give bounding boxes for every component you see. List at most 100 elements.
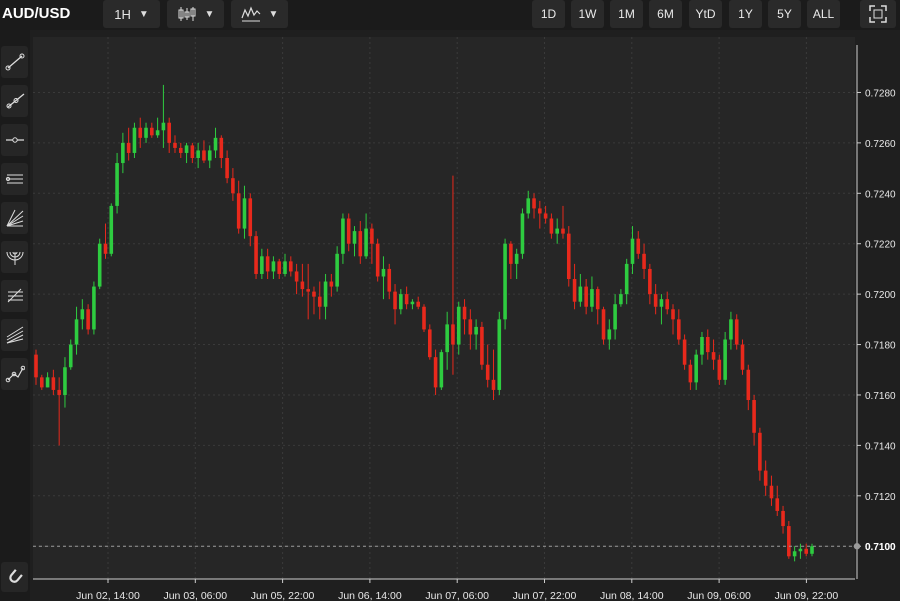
candle-body [538,208,542,214]
x-tick-label: Jun 09, 22:00 [775,590,839,601]
candle-body [549,218,554,234]
candle-body [306,289,310,292]
candle-body [51,377,56,390]
y-tick-label: 0.7220 [865,240,896,251]
candle-body [798,548,803,552]
candle-body [734,319,739,345]
x-tick-label: Jun 09, 06:00 [687,590,751,601]
candle-body [225,158,229,179]
candle-body [317,296,322,307]
candle-body [630,238,635,264]
candle-body [503,243,507,320]
candle-body [682,339,687,365]
candle-body [294,271,299,282]
y-tick-label: 0.7180 [865,341,896,352]
x-tick-label: Jun 05, 22:00 [251,590,315,601]
candle-body [491,379,496,390]
candle-body [335,253,339,287]
candle-body [370,228,374,244]
candle-body [705,336,710,353]
candle-body [393,291,397,310]
candle-body [717,359,722,380]
candle-body [155,130,160,136]
candle-body [729,319,733,340]
candle-body [260,256,264,274]
candle-body [57,389,61,395]
candle-body [740,344,745,370]
candle-body [665,299,670,310]
candle-body [213,137,218,151]
candle-body [456,306,461,345]
candle-body [775,498,780,511]
candle-body [555,228,559,234]
candle-body [74,319,79,345]
candle-body [445,324,449,353]
candle-body [63,367,67,395]
candle-body [648,268,652,295]
candle-body [810,546,814,554]
candle-body [711,352,716,360]
candle-body [404,294,409,305]
candle-body [173,142,177,148]
candle-body [723,339,727,380]
candle-body [277,261,282,274]
candle-body [671,309,675,320]
candle-body [329,281,334,287]
candle-body [416,301,421,307]
candle-body [387,268,392,292]
candle-body [607,329,612,340]
price-chart[interactable]: 0.7280 0.7260 0.7240 0.7220 0.7200 0.7180 0.71… [0,0,900,601]
candle-body [312,291,316,297]
candle-body [433,357,438,388]
candle-body [399,294,403,310]
candle-body [804,548,809,554]
candle-body [746,369,751,401]
candle-body [509,243,513,264]
candle-body [86,309,90,330]
candle-body [526,198,531,214]
candle-body [271,261,276,272]
candle-body [109,205,114,254]
candle-body [653,294,658,307]
candle-body [115,163,119,206]
candle-body [323,281,328,307]
candle-body [468,319,473,335]
candle-body [462,306,467,320]
candle-body [787,526,791,557]
candle-body [242,198,247,229]
candle-body [601,309,606,340]
candle-body [763,470,768,486]
candle-body [80,309,85,320]
y-tick-label: 0.7120 [865,492,896,503]
x-tick-label: Jun 06, 14:00 [338,590,402,601]
candle-body [485,364,490,380]
candle-body [792,551,797,557]
x-tick-label: Jun 08, 14:00 [600,590,664,601]
candle-body [283,261,287,274]
candle-body [769,485,774,499]
candle-body [178,147,183,153]
candle-body [231,178,235,194]
candle-body [248,198,253,237]
candle-body [578,286,583,302]
candle-body [497,319,502,390]
candle-body [103,243,108,254]
y-tick-label: 0.7200 [865,290,896,301]
candle-body [34,354,38,378]
candle-body [346,218,351,244]
candle-body [619,294,623,305]
candle-body [480,326,484,365]
candle-body [167,122,171,143]
candle-body [184,145,189,153]
y-tick-label: 0.7260 [865,139,896,150]
candle-body [677,319,681,340]
candle-body [196,150,200,159]
candle-body [352,231,357,244]
last-price-marker [853,543,861,550]
candle-body [514,253,519,264]
candle-body [289,261,293,272]
candle-body [381,268,386,277]
candle-body [572,279,577,302]
candle-body [590,289,594,307]
candle-body [566,233,571,280]
